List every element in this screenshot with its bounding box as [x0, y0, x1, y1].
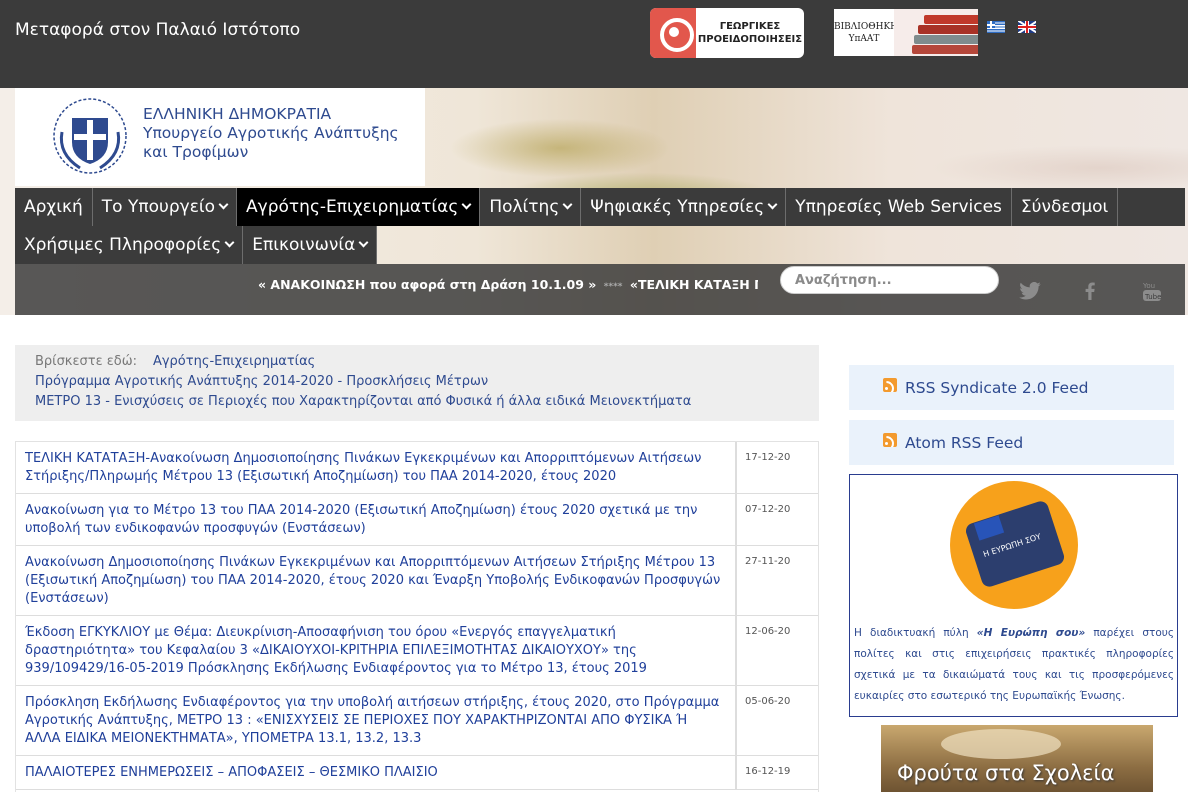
logo-line-2: Υπουργείο Αγροτικής Ανάπτυξης: [143, 124, 399, 142]
nav-item-label: Χρήσιμες Πληροφορίες: [24, 234, 222, 255]
article-link[interactable]: Ανακοίνωση Δημοσιοποίησης Πινάκων Εγκεκρ…: [16, 546, 737, 615]
chevron-down-icon: [461, 199, 472, 210]
article-link[interactable]: ΠΑΛΑΙΟΤΕΡΕΣ ΕΝΗΜΕΡΩΣΕΙΣ – ΑΠΟΦΑΣΕΙΣ – ΘΕ…: [16, 756, 737, 789]
ticker-item[interactable]: «ΤΕΛΙΚΗ ΚΑΤΑΞΗ ΠΙΝΑΚΩΝ: [630, 277, 758, 292]
article-link[interactable]: Ανακοίνωση για το Μέτρο 13 του ΠΑΑ 2014-…: [16, 494, 737, 545]
logo-line-3: και Τροφίμων: [143, 143, 249, 161]
nav-item[interactable]: Επικοινωνία: [243, 226, 378, 264]
nav-item[interactable]: Πολίτης: [480, 188, 582, 226]
school-fruit-banner[interactable]: Φρούτα στα Σχολεία: [881, 725, 1153, 792]
facebook-icon[interactable]: [1083, 282, 1097, 300]
youtube-icon[interactable]: You Tube: [1142, 282, 1162, 301]
nav-item[interactable]: Χρήσιμες Πληροφορίες: [15, 226, 244, 264]
greek-emblem-icon: [53, 98, 127, 174]
article-link[interactable]: Πρόσκληση Εκδήλωσης Ενδιαφέροντος για τη…: [16, 686, 737, 755]
rss-feed-link[interactable]: RSS Syndicate 2.0 Feed: [849, 365, 1174, 410]
table-row: ΤΕΛΙΚΗ ΚΑΤΑΤΑΞΗ-Ανακοίνωση Δημοσιοποίηση…: [16, 442, 818, 494]
nav-item[interactable]: Το Υπουργείο: [93, 188, 238, 226]
nav-item[interactable]: Αγρότης-Επιχειρηματίας: [237, 188, 481, 226]
ministry-name: ΕΛΛΗΝΙΚΗ ΔΗΜΟΚΡΑΤΙΑ Υπουργείο Αγροτικής …: [143, 105, 399, 162]
ministry-logo[interactable]: ΕΛΛΗΝΙΚΗ ΔΗΜΟΚΡΑΤΙΑ Υπουργείο Αγροτικής …: [15, 88, 425, 186]
books-icon: [894, 9, 978, 56]
nav-item-label: Πολίτης: [489, 196, 560, 217]
article-date: 16-12-19: [745, 766, 791, 777]
table-row: Έκδοση ΕΓΚΥΚΛΙΟΥ με Θέμα: Διευκρίνιση-Απ…: [16, 616, 818, 686]
nav-row-2: Χρήσιμες Πληροφορίες Επικοινωνία: [15, 226, 378, 264]
your-europe-box: Η ΕΥΡΩΠΗ ΣΟΥ Η διαδικτυακή πύλη «Η Ευρώπ…: [849, 474, 1178, 717]
nav-item-label: Σύνδεσμοι: [1020, 196, 1109, 217]
your-europe-description: Η διαδικτυακή πύλη «Η Ευρώπη σου» παρέχε…: [854, 623, 1174, 707]
nav-item-label: Ψηφιακές Υπηρεσίες: [590, 196, 765, 217]
logo-line-1: ΕΛΛΗΝΙΚΗ ΔΗΜΟΚΡΑΤΙΑ: [143, 105, 332, 123]
article-date: 17-12-20: [745, 452, 791, 463]
search-input[interactable]: [780, 266, 999, 294]
rss-feed-label: RSS Syndicate 2.0 Feed: [905, 378, 1089, 397]
agricultural-warnings-banner[interactable]: ΓΕΩΡΓΙΚΕΣ ΠΡΟΕΙΔΟΠΟΙΗΣΕΙΣ: [650, 8, 804, 58]
article-link[interactable]: ΤΕΛΙΚΗ ΚΑΤΑΤΑΞΗ-Ανακοίνωση Δημοσιοποίηση…: [16, 442, 737, 493]
chevron-down-icon: [767, 199, 778, 210]
top-bar: Μεταφορά στον Παλαιό Ιστότοπο ΓΕΩΡΓΙΚΕΣ …: [0, 0, 1188, 88]
fruit-banner-label: Φρούτα στα Σχολεία: [897, 761, 1115, 785]
breadcrumb: Βρίσκεστε εδώ: Αγρότης-Επιχειρηματίας Πρό…: [15, 345, 819, 421]
europe-portal-name: «Η Ευρώπη σου»: [976, 627, 1086, 639]
news-ticker-bar: « ΑΝΑΚΟΙΝΩΣΗ που αφορά στη Δράση 10.1.09…: [15, 264, 1185, 315]
nav-item[interactable]: Αρχική: [15, 188, 93, 226]
nav-row-1: Αρχική Το Υπουργείο Αγρότης-Επιχειρηματίας…: [15, 188, 1185, 226]
nav-item-label: Αρχική: [24, 196, 83, 217]
rss-icon: [883, 378, 897, 392]
nav-item[interactable]: Υπηρεσίες Web Services: [786, 188, 1012, 226]
library-banner[interactable]: ΒΙΒΛΙΟΘΗΚΗ ΥπΑΑΤ: [834, 9, 978, 56]
chevron-down-icon: [224, 237, 235, 248]
rss-icon: [883, 433, 897, 447]
greek-flag-icon[interactable]: [987, 21, 1005, 33]
table-row: Πρόσκληση Εκδήλωσης Ενδιαφέροντος για τη…: [16, 686, 818, 756]
nav-item-label: Αγρότης-Επιχειρηματίας: [246, 196, 459, 217]
chevron-down-icon: [218, 199, 229, 210]
library-banner-label: ΒΙΒΛΙΟΘΗΚΗ ΥπΑΑΤ: [834, 21, 899, 44]
article-date: 12-06-20: [745, 626, 791, 637]
chevron-down-icon: [358, 237, 369, 248]
nav-item-label: Το Υπουργείο: [101, 196, 216, 217]
ticker-item[interactable]: « ΑΝΑΚΟΙΝΩΣΗ που αφορά στη Δράση 10.1.09…: [258, 277, 596, 292]
breadcrumb-label: Βρίσκεστε εδώ:: [35, 354, 137, 369]
nav-item[interactable]: Ψηφιακές Υπηρεσίες: [581, 188, 787, 226]
breadcrumb-link[interactable]: Πρόγραμμα Αγροτικής Ανάπτυξης 2014-2020 …: [35, 374, 488, 389]
ticker-separator: ****: [603, 282, 623, 292]
svg-text:You: You: [1143, 282, 1155, 290]
news-ticker[interactable]: « ΑΝΑΚΟΙΝΩΣΗ που αφορά στη Δράση 10.1.09…: [258, 277, 758, 292]
table-row: ΠΑΛΑΙΟΤΕΡΕΣ ΕΝΗΜΕΡΩΣΕΙΣ – ΑΠΟΦΑΣΕΙΣ – ΘΕ…: [16, 756, 818, 790]
atom-feed-link[interactable]: Atom RSS Feed: [849, 420, 1174, 465]
article-date: 07-12-20: [745, 504, 791, 515]
breadcrumb-link[interactable]: Αγρότης-Επιχειρηματίας: [153, 354, 315, 369]
your-europe-badge[interactable]: Η ΕΥΡΩΠΗ ΣΟΥ: [950, 481, 1078, 609]
chevron-down-icon: [562, 199, 573, 210]
nav-item-label: Υπηρεσίες Web Services: [795, 196, 1002, 217]
svg-text:Tube: Tube: [1144, 293, 1161, 301]
article-date: 27-11-20: [745, 556, 791, 567]
old-site-link[interactable]: Μεταφορά στον Παλαιό Ιστότοπο: [15, 20, 300, 40]
nav-item[interactable]: Σύνδεσμοι: [1012, 188, 1119, 226]
warnings-banner-label: ΓΕΩΡΓΙΚΕΣ ΠΡΟΕΙΔΟΠΟΙΗΣΕΙΣ: [697, 21, 803, 45]
article-date: 05-06-20: [745, 696, 791, 707]
table-row: Ανακοίνωση Δημοσιοποίησης Πινάκων Εγκεκρ…: [16, 546, 818, 616]
warning-icon: [650, 8, 696, 58]
english-flag-icon[interactable]: [1018, 21, 1036, 33]
article-table: ΤΕΛΙΚΗ ΚΑΤΑΤΑΞΗ-Ανακοίνωση Δημοσιοποίηση…: [15, 441, 819, 792]
atom-feed-label: Atom RSS Feed: [905, 433, 1024, 452]
twitter-icon[interactable]: [1018, 282, 1042, 300]
nav-item-label: Επικοινωνία: [252, 234, 356, 255]
breadcrumb-link[interactable]: ΜΕΤΡΟ 13 - Ενισχύσεις σε Περιοχές που Χα…: [35, 394, 691, 409]
europe-text-before: Η διαδικτυακή πύλη: [854, 627, 977, 639]
table-row: Ανακοίνωση για το Μέτρο 13 του ΠΑΑ 2014-…: [16, 494, 818, 546]
article-link[interactable]: Έκδοση ΕΓΚΥΚΛΙΟΥ με Θέμα: Διευκρίνιση-Απ…: [16, 616, 737, 685]
